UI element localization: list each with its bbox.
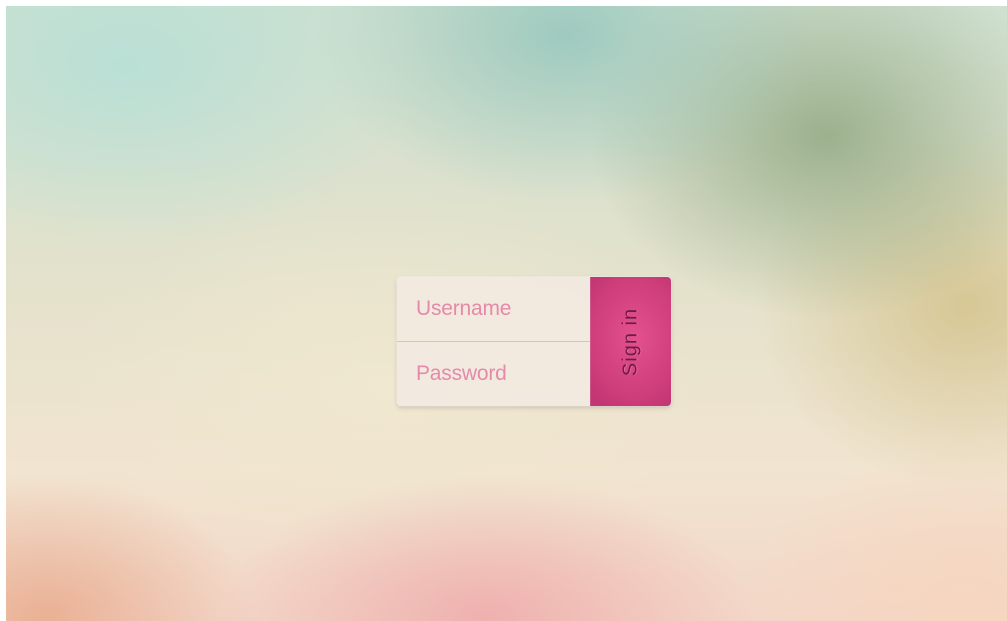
sign-in-button[interactable]: Sign in	[590, 277, 671, 406]
page: Username Password Sign in	[0, 0, 1007, 621]
sign-in-label: Sign in	[619, 307, 641, 376]
password-field[interactable]: Password	[397, 342, 590, 406]
password-placeholder: Password	[416, 362, 507, 385]
login-form: Username Password Sign in	[397, 277, 671, 406]
username-placeholder: Username	[416, 297, 512, 320]
username-field[interactable]: Username	[397, 277, 590, 342]
credential-fields: Username Password	[397, 277, 590, 406]
